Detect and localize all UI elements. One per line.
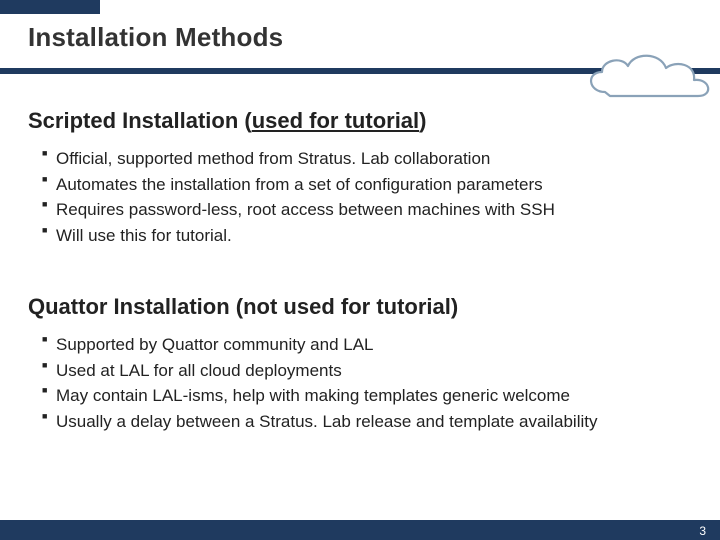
section-quattor: Quattor Installation (not used for tutor… [28, 294, 692, 434]
cloud-icon [580, 46, 720, 106]
top-accent-bar [0, 0, 100, 14]
section-scripted: Scripted Installation (used for tutorial… [28, 108, 692, 248]
section-heading: Quattor Installation (not used for tutor… [28, 294, 692, 320]
list-item: Usually a delay between a Stratus. Lab r… [42, 409, 692, 435]
content-area: Scripted Installation (used for tutorial… [28, 108, 692, 480]
page-number: 3 [699, 524, 706, 538]
heading-post: ) [419, 108, 426, 133]
list-item: Used at LAL for all cloud deployments [42, 358, 692, 384]
bullet-list: Official, supported method from Stratus.… [28, 146, 692, 248]
heading-pre: Quattor Installation (not used for tutor… [28, 294, 458, 319]
list-item: Requires password-less, root access betw… [42, 197, 692, 223]
heading-pre: Scripted Installation ( [28, 108, 252, 133]
list-item: Will use this for tutorial. [42, 223, 692, 249]
bullet-list: Supported by Quattor community and LAL U… [28, 332, 692, 434]
footer-bar: 3 [0, 520, 720, 540]
slide: Installation Methods Scripted Installati… [0, 0, 720, 540]
list-item: Supported by Quattor community and LAL [42, 332, 692, 358]
list-item: Official, supported method from Stratus.… [42, 146, 692, 172]
list-item: Automates the installation from a set of… [42, 172, 692, 198]
heading-emphasis: used for tutorial [252, 108, 419, 133]
section-heading: Scripted Installation (used for tutorial… [28, 108, 692, 134]
list-item: May contain LAL-isms, help with making t… [42, 383, 692, 409]
